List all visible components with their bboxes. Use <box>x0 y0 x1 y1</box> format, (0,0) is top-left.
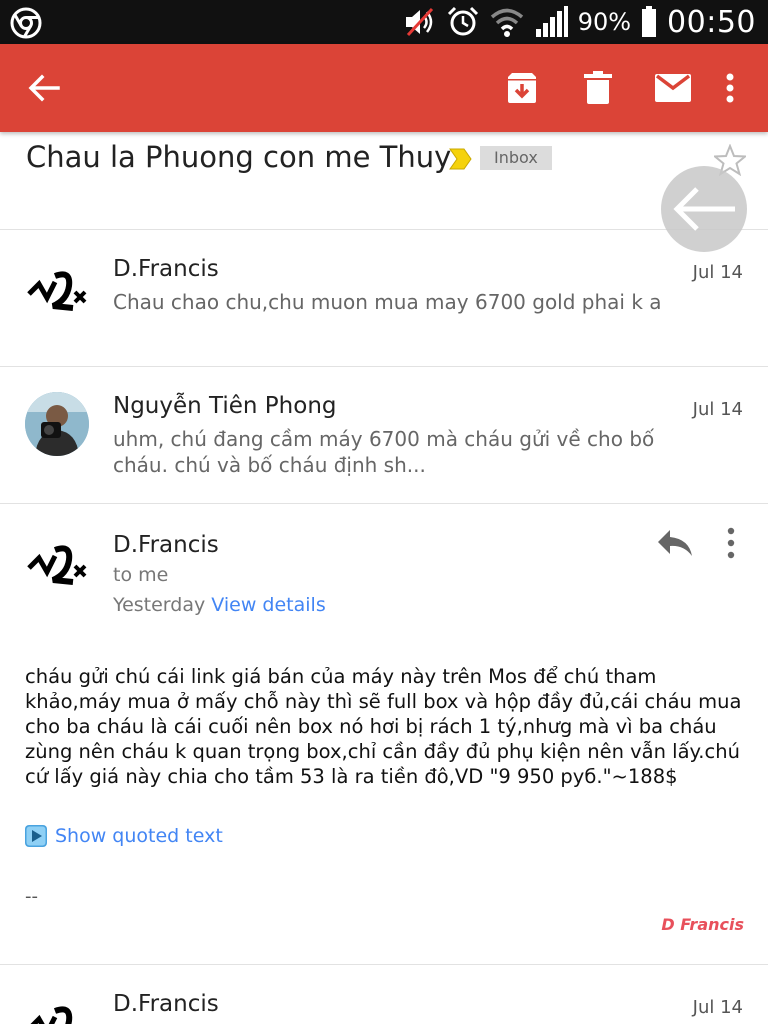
battery-icon <box>642 6 657 37</box>
message-date: Jul 14 <box>692 997 743 1018</box>
message-date: Jul 14 <box>692 262 743 283</box>
message-row[interactable]: D.Francis Jul 14 <box>0 965 768 1024</box>
thread-subject: Chau la Phuong con me Thuy <box>26 140 452 174</box>
alarm-icon <box>447 6 478 36</box>
show-quoted-text-button[interactable]: Show quoted text <box>25 825 223 847</box>
play-icon <box>25 825 47 847</box>
inbox-label-chip[interactable]: Inbox <box>480 146 552 170</box>
message-snippet: uhm, chú đang cầm máy 6700 mà cháu gửi v… <box>113 427 655 477</box>
signature-separator: -- <box>25 886 38 907</box>
signal-icon <box>535 6 568 37</box>
app-bar <box>0 44 768 132</box>
battery-percent: 90% <box>577 8 632 36</box>
wifi-icon <box>490 8 523 37</box>
sender-logo-avatar <box>27 271 87 311</box>
message-more-icon[interactable] <box>716 526 746 560</box>
recipient-line: to me <box>113 564 169 586</box>
sender-logo-avatar <box>27 545 87 585</box>
message-sender: D.Francis <box>113 991 219 1017</box>
sender-logo-avatar <box>30 1006 73 1024</box>
message-body: cháu gửi chú cái link giá bán của máy nà… <box>25 665 742 788</box>
sender-photo-avatar <box>25 392 89 456</box>
message-sender: Nguyễn Tiên Phong <box>113 393 337 419</box>
delete-icon[interactable] <box>576 66 620 110</box>
view-details-link[interactable]: View details <box>211 594 325 616</box>
back-arrow-icon[interactable] <box>22 66 66 110</box>
mark-unread-icon[interactable] <box>651 66 695 110</box>
show-quoted-text-label: Show quoted text <box>55 825 223 847</box>
thread-header: Chau la Phuong con me Thuy Inbox <box>0 132 768 230</box>
importance-marker-icon[interactable] <box>449 148 473 170</box>
back-arrow-icon <box>673 187 735 231</box>
message-date: Jul 14 <box>692 399 743 420</box>
signature-name: D Francis <box>661 915 744 934</box>
message-when: Yesterday <box>113 594 206 616</box>
archive-icon[interactable] <box>500 66 544 110</box>
message-row[interactable]: D.Francis Jul 14 Chau chao chu,chu muon … <box>0 230 768 367</box>
more-vert-icon[interactable] <box>708 66 752 110</box>
reply-icon[interactable] <box>656 526 694 560</box>
mute-icon <box>405 7 433 37</box>
message-sender: D.Francis <box>113 532 219 558</box>
message-time-line: Yesterday View details <box>113 594 326 616</box>
status-bar: 90% 00:50 <box>0 0 768 44</box>
message-sender: D.Francis <box>113 256 219 282</box>
chrome-icon <box>10 7 42 39</box>
status-time: 00:50 <box>667 4 756 40</box>
message-snippet: Chau chao chu,chu muon mua may 6700 gold… <box>113 290 662 314</box>
message-row[interactable]: Nguyễn Tiên Phong Jul 14 uhm, chú đang c… <box>0 367 768 504</box>
